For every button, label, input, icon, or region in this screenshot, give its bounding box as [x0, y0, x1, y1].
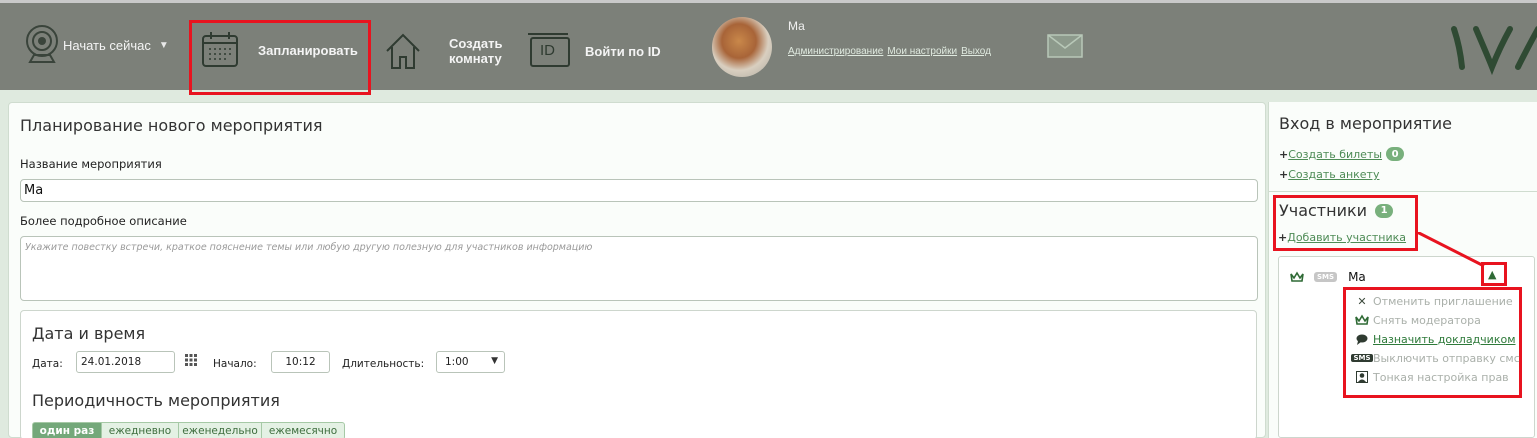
menu-item-label: Снять модератора — [1373, 313, 1481, 327]
crown-icon — [1351, 314, 1373, 326]
connector-line — [1416, 232, 1485, 268]
tickets-count-badge: 0 — [1386, 147, 1405, 161]
login-by-id-button[interactable]: ID Войти по ID — [528, 29, 661, 73]
entry-title: Вход в мероприятие — [1279, 114, 1452, 133]
menu-item-label: Отменить приглашение — [1373, 294, 1513, 308]
top-navigation-bar: Начать сейчас ▼ Запланировать Создать ко… — [0, 0, 1537, 95]
iva-logo-mark — [1451, 26, 1537, 76]
date-input[interactable]: 24.01.2018 — [76, 351, 175, 373]
close-icon: ✕ — [1357, 294, 1367, 308]
duration-select[interactable]: 1:00 ▼ — [436, 351, 505, 373]
create-room-button[interactable]: Создать комнату — [383, 28, 502, 74]
menu-item-fine-permissions[interactable]: Тонкая настройка прав — [1351, 369, 1509, 385]
user-links: Администрирование Мои настройки Выход — [788, 39, 995, 58]
iva-logo — [1448, 17, 1537, 77]
duration-value: 1:00 — [445, 356, 469, 368]
periodicity-title: Периодичность мероприятия — [32, 391, 280, 410]
chevron-down-icon: ▼ — [491, 356, 498, 366]
webcam-icon — [26, 25, 58, 63]
description-label: Более подробное описание — [20, 214, 187, 228]
schedule-button[interactable]: Запланировать — [200, 27, 358, 73]
add-participant-link[interactable]: Добавить участника — [1287, 231, 1406, 244]
menu-item-label: Выключить отправку смс — [1373, 351, 1520, 365]
participants-title: Участники — [1279, 201, 1368, 220]
create-form-link[interactable]: Создать анкету — [1288, 168, 1379, 181]
add-participant-row: +Добавить участника — [1278, 231, 1406, 244]
date-label: Дата: — [32, 358, 63, 370]
sms-badge: SMS — [1314, 272, 1338, 282]
avatar[interactable] — [712, 17, 772, 77]
start-now-button[interactable]: Начать сейчас ▼ — [22, 22, 169, 68]
user-name: Ма — [788, 19, 805, 33]
datetime-section — [20, 310, 1257, 438]
menu-item-remove-moderator[interactable]: Снять модератора — [1351, 312, 1481, 328]
start-now-label: Начать сейчас — [63, 37, 151, 53]
crown-icon — [1290, 271, 1304, 282]
description-textarea[interactable]: Укажите повестку встречи, краткое поясне… — [20, 236, 1258, 301]
plus-icon: + — [1279, 168, 1289, 181]
create-room-label-line2: комнату — [449, 51, 502, 66]
create-tickets-link[interactable]: Создать билеты — [1288, 148, 1382, 161]
participant-row[interactable]: SMS Ма — [1290, 270, 1366, 284]
menu-item-cancel-invite[interactable]: ✕ Отменить приглашение — [1351, 293, 1513, 309]
participant-name: Ма — [1348, 270, 1366, 284]
home-icon — [386, 33, 420, 69]
id-card-icon: ID — [528, 31, 572, 71]
event-name-label: Название мероприятия — [20, 157, 162, 171]
sms-icon-text: SMS — [1351, 354, 1373, 362]
calendar-grid-icon[interactable] — [185, 354, 197, 366]
plus-icon: + — [1278, 231, 1288, 244]
schedule-label: Запланировать — [258, 42, 358, 58]
login-by-id-label: Войти по ID — [585, 43, 661, 59]
collapse-toggle-icon[interactable]: ▲ — [1488, 268, 1496, 281]
sms-icon: SMS — [1351, 354, 1373, 362]
event-name-input[interactable]: Ма — [20, 179, 1258, 202]
speech-icon — [1351, 334, 1373, 345]
admin-link[interactable]: Администрирование — [788, 46, 883, 57]
duration-label: Длительность: — [342, 358, 425, 370]
period-weekly[interactable]: еженедельно — [178, 422, 262, 438]
divider — [1269, 191, 1537, 192]
id-icon-text: ID — [540, 42, 555, 59]
plus-icon: + — [1279, 147, 1289, 161]
event-planning-panel: Планирование нового мероприятия Название… — [8, 102, 1266, 438]
event-name-value: Ма — [24, 183, 44, 198]
user-icon — [1351, 371, 1373, 383]
participants-count-badge: 1 — [1375, 203, 1394, 218]
create-tickets-row: + Создать билеты 0 — [1279, 147, 1405, 161]
page-title: Планирование нового мероприятия — [20, 116, 323, 135]
create-form-row: +Создать анкету — [1279, 168, 1379, 181]
description-placeholder: Укажите повестку встречи, краткое поясне… — [25, 242, 593, 253]
period-daily[interactable]: ежедневно — [101, 422, 179, 438]
period-monthly[interactable]: ежемесячно — [261, 422, 345, 438]
chevron-down-icon: ▼ — [158, 39, 169, 51]
date-value: 24.01.2018 — [81, 356, 142, 368]
menu-item-disable-sms[interactable]: SMS Выключить отправку смс — [1351, 350, 1520, 366]
menu-item-label: Тонкая настройка прав — [1373, 370, 1509, 384]
mail-icon[interactable] — [1047, 34, 1083, 58]
menu-item-label: Назначить докладчиком — [1373, 332, 1516, 346]
create-room-label-line1: Создать — [449, 36, 503, 51]
datetime-title: Дата и время — [32, 324, 146, 343]
calendar-icon — [202, 32, 238, 67]
participant-actions-menu: ✕ Отменить приглашение Снять модератора Н… — [1343, 287, 1522, 398]
create-room-label: Создать комнату — [449, 36, 502, 66]
start-time-input[interactable]: 10:12 — [271, 351, 330, 373]
participants-header: Участники 1 — [1279, 201, 1394, 220]
start-time-value: 10:12 — [285, 356, 316, 368]
logout-link[interactable]: Выход — [961, 46, 991, 57]
start-time-label: Начало: — [213, 358, 257, 370]
menu-item-make-speaker[interactable]: Назначить докладчиком — [1351, 331, 1516, 347]
period-once[interactable]: один раз — [32, 422, 102, 438]
my-settings-link[interactable]: Мои настройки — [887, 46, 957, 57]
